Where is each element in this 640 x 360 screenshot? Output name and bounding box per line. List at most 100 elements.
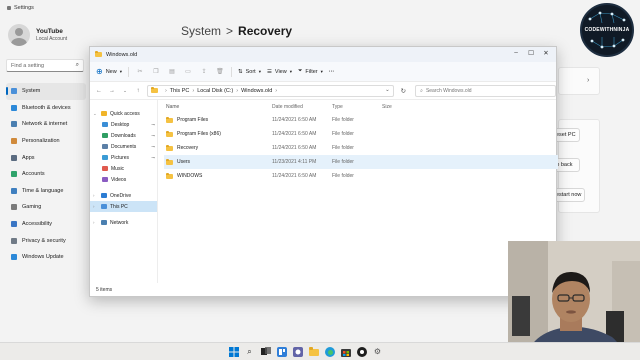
nav-item-desktop[interactable]: Desktop ⊸	[90, 119, 157, 130]
table-row[interactable]: Recovery 11/24/2021 6:50 AM File folder	[164, 141, 558, 155]
share-icon[interactable]: ⇪	[199, 68, 209, 75]
chevron-down-icon[interactable]: ⌄	[93, 111, 98, 117]
chevron-down-icon: ▾	[258, 68, 261, 74]
up-arrow-icon[interactable]: ↑	[134, 88, 142, 94]
nav-item-documents[interactable]: Documents ⊸	[90, 141, 157, 152]
sidebar-item-accounts[interactable]: Accounts	[6, 166, 86, 183]
table-row[interactable]: WINDOWS 11/24/2021 6:50 AM File folder	[164, 169, 558, 183]
date-modified-cell: 11/23/2021 4:11 PM	[272, 159, 317, 165]
copy-icon[interactable]: ❐	[151, 68, 161, 75]
explorer-search-input[interactable]: ⌕ Search Windows.old	[415, 84, 556, 97]
sidebar-item-network-internet[interactable]: Network & internet	[6, 116, 86, 133]
address-bar[interactable]: › This PC › Local Disk (C:) › Windows.ol…	[146, 84, 394, 97]
paste-icon[interactable]: ▤	[167, 68, 177, 75]
sidebar-item-apps[interactable]: Apps	[6, 149, 86, 166]
maximize-icon[interactable]: ☐	[525, 49, 537, 57]
nav-item-videos[interactable]: Videos	[90, 174, 157, 185]
nav-item-this-pc[interactable]: › This PC	[90, 201, 157, 212]
sidebar-item-label: Personalization	[22, 138, 60, 145]
find-setting-input[interactable]: Find a setting ⌕	[6, 59, 84, 72]
nav-item-downloads[interactable]: Downloads ⊸	[90, 130, 157, 141]
folder-icon	[166, 116, 173, 123]
recovery-option-card[interactable]: ›	[558, 67, 600, 95]
column-name[interactable]: Name	[164, 104, 272, 110]
explorer-window-title: Windows.old	[106, 51, 138, 58]
more-options-button[interactable]: ···	[329, 69, 335, 75]
table-row[interactable]: Users 11/23/2021 4:11 PM File folder	[164, 155, 558, 169]
toolbar-divider	[127, 66, 129, 77]
delete-icon[interactable]: 🗑	[215, 68, 225, 75]
sidebar-item-gaming[interactable]: Gaming	[6, 199, 86, 216]
settings-window-title: Settings	[14, 5, 34, 11]
task-view-icon[interactable]	[260, 346, 271, 357]
explorer-title-bar[interactable]: Windows.old – ☐ ✕	[90, 47, 556, 62]
folder-icon	[150, 87, 158, 93]
sidebar-item-privacy-security[interactable]: Privacy & security	[6, 232, 86, 249]
table-row[interactable]: Program Files 11/24/2021 6:50 AM File fold…	[164, 113, 558, 127]
recent-chevron-icon[interactable]: ⌄	[121, 88, 129, 94]
cut-icon[interactable]: ✂	[135, 68, 145, 75]
folder-icon	[166, 130, 173, 137]
widgets-icon[interactable]	[276, 346, 287, 357]
downloads-icon	[102, 133, 108, 138]
nav-item-pictures[interactable]: Pictures ⊸	[90, 152, 157, 163]
sidebar-item-time-language[interactable]: Time & language	[6, 183, 86, 200]
minimize-icon[interactable]: –	[510, 49, 522, 56]
sort-button[interactable]: ⇅ Sort ▾	[238, 69, 261, 75]
type-cell: File folder	[332, 173, 354, 179]
refresh-icon[interactable]: ↻	[401, 87, 406, 95]
microsoft-store-icon[interactable]	[340, 346, 351, 357]
rename-icon[interactable]: ▭	[183, 68, 193, 75]
sidebar-item-bluetooth-devices[interactable]: Bluetooth & devices	[6, 100, 86, 117]
view-button[interactable]: ☰ View ▾	[267, 69, 292, 75]
sidebar-item-accessibility[interactable]: Accessibility	[6, 216, 86, 233]
breadcrumb-parent[interactable]: System	[181, 24, 221, 38]
nav-item-label: OneDrive	[110, 192, 132, 199]
sidebar-item-windows-update[interactable]: Windows Update	[6, 249, 86, 266]
nav-item-label: Documents	[111, 143, 137, 150]
address-crumb-local-disk[interactable]: Local Disk (C:)	[197, 88, 233, 94]
chevron-right-icon[interactable]: ›	[93, 193, 98, 198]
find-setting-placeholder: Find a setting	[11, 63, 45, 69]
sidebar-item-system[interactable]: System	[6, 83, 86, 100]
nav-item-onedrive[interactable]: › OneDrive	[90, 190, 157, 201]
nav-item-music[interactable]: Music	[90, 163, 157, 174]
forward-arrow-icon[interactable]: →	[108, 88, 116, 94]
close-icon[interactable]: ✕	[540, 49, 552, 57]
filter-button[interactable]: ⏷ Filter ▾	[298, 68, 323, 75]
file-rows: Program Files 11/24/2021 6:50 AM File fold…	[164, 113, 558, 183]
nav-item-label: Videos	[111, 176, 127, 183]
start-button-icon[interactable]	[228, 346, 239, 357]
new-button[interactable]: ⊕ New ▾	[96, 67, 122, 76]
address-history-chevron-icon[interactable]: ⌄	[385, 87, 390, 93]
type-cell: File folder	[332, 145, 354, 151]
date-modified-cell: 11/24/2021 6:50 AM	[272, 173, 317, 179]
network-icon	[101, 220, 107, 225]
chevron-right-icon[interactable]: ›	[93, 204, 98, 209]
obs-recorder-icon[interactable]	[356, 346, 367, 357]
sidebar-item-personalization[interactable]: Personalization	[6, 133, 86, 150]
nav-item-quick-access[interactable]: ⌄ Quick access	[90, 108, 157, 119]
time-language-icon	[11, 187, 17, 194]
edge-browser-icon[interactable]	[324, 346, 335, 357]
pin-icon: ⊸	[151, 154, 155, 160]
music-icon	[102, 166, 108, 171]
file-explorer-icon[interactable]	[308, 346, 319, 357]
teams-chat-icon[interactable]	[292, 346, 303, 357]
address-crumb-windows-old[interactable]: Windows.old	[241, 88, 272, 94]
search-icon[interactable]: ⌕	[244, 346, 255, 357]
back-arrow-icon[interactable]: ←	[95, 88, 103, 94]
nav-item-network[interactable]: › Network	[90, 217, 157, 228]
settings-gear-icon[interactable]: ⚙	[372, 346, 383, 357]
onedrive-icon	[101, 193, 107, 198]
explorer-search-placeholder: Search Windows.old	[425, 87, 472, 94]
column-size[interactable]: Size	[382, 104, 412, 110]
item-count-status: 5 items	[96, 287, 113, 293]
chevron-right-icon[interactable]: ›	[93, 220, 98, 225]
column-type[interactable]: Type	[332, 104, 382, 110]
address-crumb-this-pc[interactable]: This PC	[170, 88, 190, 94]
pin-icon: ⊸	[151, 132, 155, 138]
user-profile[interactable]: YouTube Local Account	[8, 24, 67, 46]
table-row[interactable]: Program Files (x86) 11/24/2021 6:50 AM Fil…	[164, 127, 558, 141]
column-date-modified[interactable]: Date modified	[272, 104, 332, 110]
